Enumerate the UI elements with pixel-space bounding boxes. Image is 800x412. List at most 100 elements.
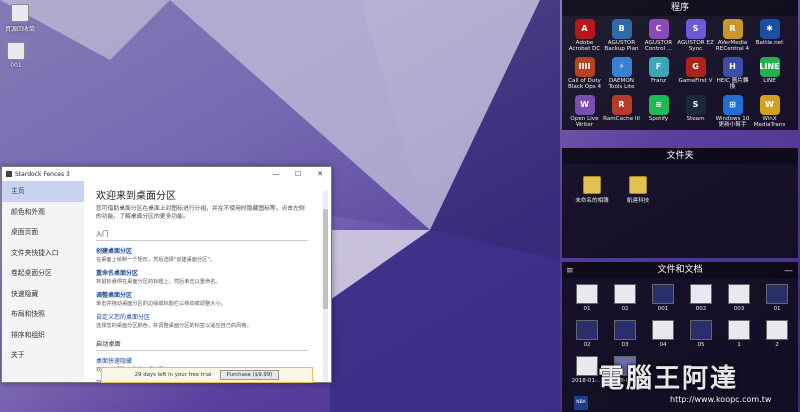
folder-shortcut[interactable]: 未命名的相簿 (572, 176, 612, 204)
sidebar-item[interactable]: 颜色和外观 (2, 202, 84, 223)
document-label: 04 (659, 342, 667, 348)
program-shortcut[interactable]: ⚡ DAEMON Tools Lite (603, 56, 640, 94)
program-shortcut[interactable]: LINE LINE (751, 56, 788, 94)
fence-title[interactable]: ≡ 文件和文档 — (562, 262, 798, 278)
program-label: GameFirst V (678, 78, 713, 84)
scrollbar-thumb[interactable] (323, 209, 328, 309)
document-file[interactable]: 1 (720, 320, 758, 356)
image-thumbnail-icon (576, 320, 598, 340)
document-file[interactable]: 02 (568, 320, 606, 356)
fence-title-text: 文件和文档 (657, 265, 703, 275)
program-shortcut[interactable]: R RamCache III (603, 94, 640, 132)
sidebar-item[interactable]: 桌面页面 (2, 222, 84, 243)
desktop-icon-recycle-bin[interactable]: 資源回收筒 (2, 4, 38, 33)
feature-description: 单击并拖动桌面分区的边缘或标题栏以移动或调整大小。 (96, 301, 226, 308)
program-shortcut[interactable]: ≋ Spotify (640, 94, 677, 132)
program-shortcut[interactable]: IIII Call of Duty Black Ops 4 (566, 56, 603, 94)
image-thumbnail-icon (652, 320, 674, 340)
scrollbar[interactable] (323, 191, 328, 382)
menu-icon[interactable]: ≡ (566, 263, 574, 279)
program-shortcut[interactable]: G GameFirst V (677, 56, 714, 94)
document-file[interactable]: 03 (606, 320, 644, 356)
program-shortcut[interactable]: F Franz (640, 56, 677, 94)
avermedia-icon: R (722, 19, 743, 39)
sidebar-item[interactable]: 卷起桌面分区 (2, 263, 84, 284)
document-file[interactable]: 02 (606, 284, 644, 320)
program-label: HEIC 圖片轉換 (716, 78, 749, 91)
content-pane: 欢迎来到桌面分区 您可借助桌面分区在桌面上对图标进行分组，并在不使用时隐藏图标等… (84, 181, 331, 382)
fence-title[interactable]: 文件夹 (562, 148, 798, 164)
heic-icon: H (722, 57, 743, 77)
ramcache-icon: R (611, 95, 632, 115)
folder-icon (629, 176, 647, 194)
windows-icon: ⊞ (722, 95, 743, 115)
program-shortcut[interactable]: C AGUSTOR Control ... (640, 18, 677, 56)
document-label: 05 (697, 342, 705, 348)
purchase-button[interactable]: Purchase ($9.99) (219, 370, 280, 380)
feature-link[interactable]: 自定义您的桌面分区 (96, 312, 321, 321)
feature-description: 将鼠标悬停在桌面分区的标题上，然后单击以重命名。 (96, 279, 221, 286)
document-file[interactable]: 01 (758, 284, 796, 320)
fence-title[interactable]: 程序 (562, 0, 798, 16)
program-label: AGUSTOR Backup Plan (604, 40, 639, 53)
program-label: Franz (650, 78, 667, 84)
program-shortcut[interactable]: S Steam (677, 94, 714, 132)
program-shortcut[interactable]: W Open Live Writer (566, 94, 603, 132)
battlenet-icon: ✱ (759, 19, 780, 39)
program-label: Battle.net (755, 40, 784, 46)
sidebar-item[interactable]: 布局和快照 (2, 304, 84, 325)
maximize-button[interactable]: ☐ (287, 170, 309, 178)
document-file[interactable]: 2 (758, 320, 796, 356)
franz-icon: F (648, 57, 669, 77)
document-file[interactable]: 003 (720, 284, 758, 320)
page-title: 欢迎来到桌面分区 (96, 191, 176, 202)
document-file[interactable]: 01 (568, 284, 606, 320)
minimize-icon[interactable]: — (784, 263, 793, 279)
trial-bar: 29 days left in your free trial Purchase… (101, 367, 313, 383)
window-titlebar[interactable]: Stardock Fences 3 — ☐ ✕ (2, 167, 331, 181)
recycle-bin-icon (11, 4, 29, 22)
fence-folders[interactable]: 文件夹 未命名的相簿 凱達科技 (562, 148, 798, 258)
document-label: 2 (775, 342, 779, 348)
close-button[interactable]: ✕ (309, 170, 331, 178)
minimize-button[interactable]: — (265, 170, 287, 178)
document-file[interactable]: 001 (644, 284, 682, 320)
feature-entry: 重命名桌面分区 将鼠标悬停在桌面分区的标题上，然后单击以重命名。 (96, 268, 321, 285)
program-shortcut[interactable]: A Adobe Acrobat DC (566, 18, 603, 56)
image-thumbnail-icon (690, 284, 712, 304)
sidebar-item[interactable]: 关于 (2, 345, 84, 366)
document-label: 01 (583, 306, 591, 312)
program-shortcut[interactable]: S AGUSTOR EZ Sync (677, 18, 714, 56)
sidebar-item[interactable]: 主页 (2, 181, 84, 202)
program-shortcut[interactable]: B AGUSTOR Backup Plan (603, 18, 640, 56)
sidebar-item[interactable]: 快速隐藏 (2, 284, 84, 305)
document-file[interactable]: 04 (644, 320, 682, 356)
program-shortcut[interactable]: R AVerMedia RECentral 4 (714, 18, 751, 56)
folder-label: 凱達科技 (626, 198, 650, 204)
document-label: 03 (621, 342, 629, 348)
program-label: DAEMON Tools Lite (608, 78, 635, 91)
image-thumbnail-icon (652, 284, 674, 304)
folder-shortcut[interactable]: 凱達科技 (618, 176, 658, 204)
image-thumbnail-icon (728, 284, 750, 304)
program-shortcut[interactable]: ✱ Battle.net (751, 18, 788, 56)
desktop-icon-image-001[interactable]: 001 (0, 42, 34, 69)
document-file[interactable]: 002 (682, 284, 720, 320)
folder-list: 未命名的相簿 凱達科技 (562, 164, 798, 204)
program-label: Windows 10 更新小幫手 (715, 116, 750, 129)
sidebar-item[interactable]: 文件夹快捷入口 (2, 243, 84, 264)
document-label: 02 (583, 342, 591, 348)
program-shortcut[interactable]: H HEIC 圖片轉換 (714, 56, 751, 94)
sidebar-item[interactable]: 排序和组织 (2, 325, 84, 346)
feature-link[interactable]: 桌面快速隐藏 (96, 356, 321, 365)
feature-description: 选择您的桌面分区颜色，并调整桌面分区的标签以适应自己的风格。 (96, 323, 252, 330)
line-icon: LINE (759, 57, 780, 77)
program-shortcut[interactable]: ⊞ Windows 10 更新小幫手 (714, 94, 751, 132)
writer-icon: W (574, 95, 595, 115)
intro-text: 您可借助桌面分区在桌面上对图标进行分组，并在不使用时隐藏图标等。点击左侧的功能，… (96, 206, 305, 220)
document-file[interactable]: 05 (682, 320, 720, 356)
program-grid: A Adobe Acrobat DC B AGUSTOR Backup Plan C AG… (562, 16, 798, 132)
program-shortcut[interactable]: W WinX MediaTrans (751, 94, 788, 132)
fence-programs[interactable]: 程序 A Adobe Acrobat DC B AGUSTOR Backup Plan… (562, 0, 798, 130)
spotify-icon: ≋ (648, 95, 669, 115)
